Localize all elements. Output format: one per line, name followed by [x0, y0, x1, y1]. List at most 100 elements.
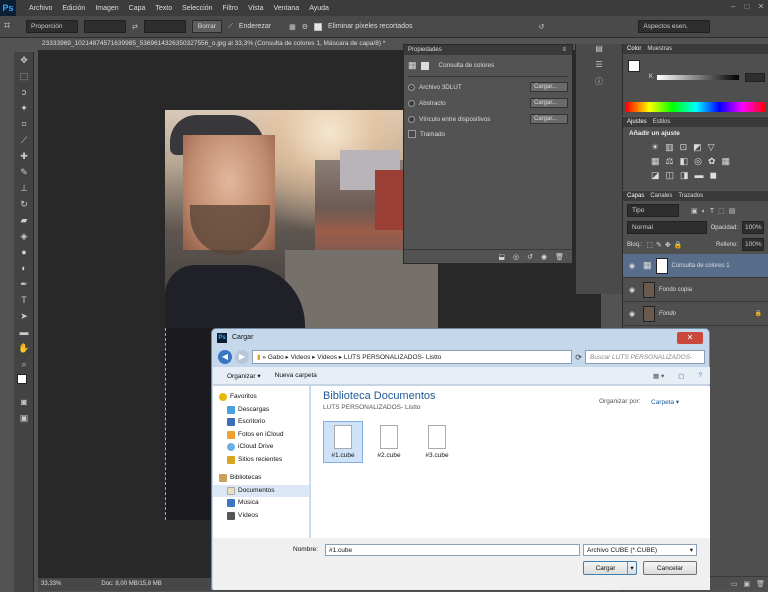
- file-item[interactable]: #3.cube: [417, 425, 457, 459]
- nav-item-musica[interactable]: Música: [213, 497, 309, 510]
- zoom-level[interactable]: 33,33%: [41, 578, 61, 591]
- menu-imagen[interactable]: Imagen: [90, 5, 123, 12]
- organize-by-select[interactable]: Carpeta ▾: [651, 398, 679, 406]
- width-field[interactable]: [84, 20, 126, 33]
- threshold-icon[interactable]: ◨: [680, 170, 695, 180]
- close-window-icon[interactable]: ✕: [754, 0, 768, 14]
- document-tab[interactable]: 23333969_10214874571639985_5369614326350…: [38, 38, 408, 50]
- tab-styles[interactable]: Estilos: [653, 117, 671, 127]
- gear-icon[interactable]: ⚙: [302, 23, 308, 31]
- crop-icon[interactable]: ⌗: [14, 116, 34, 132]
- delete-layer-icon[interactable]: 🗑: [756, 580, 765, 588]
- dodge-icon[interactable]: ◐: [14, 260, 34, 276]
- breadcrumb-item[interactable]: Videos: [317, 354, 337, 361]
- favorites-group[interactable]: Favoritos: [213, 391, 309, 404]
- menu-seleccion[interactable]: Selección: [177, 5, 217, 12]
- nav-item-recent[interactable]: Sitios recientes: [213, 454, 309, 467]
- dialog-close-button[interactable]: ✕: [677, 332, 703, 344]
- history-panel-icon[interactable]: ▤: [576, 44, 622, 60]
- opacity-field[interactable]: 100%: [742, 221, 764, 234]
- file-type-select[interactable]: Archivo CUBE (*.CUBE) ▾: [583, 544, 697, 556]
- filename-input[interactable]: #1.cube: [325, 544, 580, 556]
- k-value[interactable]: [745, 73, 765, 82]
- gradient-map-icon[interactable]: ▬: [695, 170, 710, 180]
- view-previous-icon[interactable]: ◎: [513, 253, 519, 261]
- address-bar[interactable]: ▮ » Gabo ▸ Videos ▸ Videos ▸ LUTS PERSON…: [252, 350, 573, 364]
- menu-vista[interactable]: Vista: [243, 5, 268, 12]
- straighten-icon[interactable]: ⟋: [228, 23, 233, 31]
- radio-3dlut[interactable]: [408, 83, 415, 91]
- channel-mixer-icon[interactable]: ✿: [708, 156, 722, 166]
- layer-mask-thumb[interactable]: [655, 257, 668, 274]
- doc-size[interactable]: Doc: 8,00 MB/15,8 MB: [101, 578, 161, 591]
- tab-channels[interactable]: Canales: [650, 191, 672, 201]
- posterize-icon[interactable]: ◫: [666, 170, 681, 180]
- nav-item-documentos[interactable]: Documentos: [213, 484, 309, 497]
- lasso-tool-icon[interactable]: ↄ: [14, 84, 34, 100]
- selective-color-icon[interactable]: ◼: [710, 170, 723, 180]
- properties-panel-icon[interactable]: ☰: [576, 60, 622, 76]
- clip-icon[interactable]: ⬓: [498, 253, 505, 261]
- clear-button[interactable]: Borrar: [191, 20, 222, 33]
- grid-overlay-icon[interactable]: ▦: [289, 23, 296, 31]
- preview-pane-icon[interactable]: ▢: [678, 372, 684, 380]
- breadcrumb-item[interactable]: LUTS PERSONALIZADOS- Listto: [344, 354, 442, 361]
- layer-row[interactable]: ◉ Fondo copia: [623, 278, 768, 302]
- swap-icon[interactable]: ⇄: [132, 23, 138, 31]
- curves-icon[interactable]: ⊡: [680, 142, 694, 152]
- file-item[interactable]: #2.cube: [369, 425, 409, 459]
- vibrance-icon[interactable]: ▽: [708, 142, 721, 152]
- nav-item-icloud-drive[interactable]: iCloud Drive: [213, 441, 309, 454]
- dither-checkbox[interactable]: [408, 130, 416, 138]
- refresh-icon[interactable]: ⟳: [575, 353, 582, 362]
- color-swatches[interactable]: [14, 372, 34, 394]
- menu-texto[interactable]: Texto: [150, 5, 177, 12]
- color-lookup-icon[interactable]: ▦: [722, 156, 737, 166]
- info-panel-icon[interactable]: ⓘ: [576, 76, 622, 92]
- type-icon[interactable]: T: [14, 292, 34, 308]
- blur-icon[interactable]: ●: [14, 244, 34, 260]
- magic-wand-icon[interactable]: ✦: [14, 100, 34, 116]
- load-abstract-button[interactable]: Cargar...: [530, 98, 568, 108]
- brightness-icon[interactable]: ☀: [651, 142, 665, 152]
- view-options-icon[interactable]: ▦ ▾: [653, 372, 664, 380]
- ratio-select[interactable]: Proporción: [26, 20, 78, 33]
- back-icon[interactable]: ◀: [218, 350, 232, 364]
- bw-icon[interactable]: ◧: [680, 156, 695, 166]
- color-spectrum[interactable]: [626, 102, 766, 112]
- load-3dlut-button[interactable]: Cargar...: [530, 82, 568, 92]
- layer-name[interactable]: Fondo: [659, 311, 676, 317]
- foreground-color[interactable]: [628, 60, 640, 72]
- tab-swatches[interactable]: Muestras: [647, 44, 672, 54]
- menu-ventana[interactable]: Ventana: [269, 5, 305, 12]
- invert-icon[interactable]: ◪: [651, 170, 666, 180]
- paint-bucket-icon[interactable]: ◈: [14, 228, 34, 244]
- reset-adjust-icon[interactable]: ↺: [527, 253, 533, 261]
- new-group-icon[interactable]: ▭: [731, 580, 738, 588]
- radio-device-link[interactable]: [408, 115, 415, 123]
- menu-capa[interactable]: Capa: [124, 5, 151, 12]
- brush-icon[interactable]: ✎: [14, 164, 34, 180]
- layer-name[interactable]: Consulta de colores 1: [672, 263, 730, 269]
- eraser-icon[interactable]: ▰: [14, 212, 34, 228]
- levels-icon[interactable]: ▥: [665, 142, 680, 152]
- maximize-icon[interactable]: □: [740, 0, 754, 14]
- mask-icon[interactable]: [420, 61, 429, 70]
- eye-icon[interactable]: ◉: [629, 286, 639, 294]
- hand-icon[interactable]: ✋: [14, 340, 34, 356]
- panel-menu-icon[interactable]: ≡: [562, 45, 566, 55]
- height-field[interactable]: [143, 20, 186, 33]
- pen-icon[interactable]: ✒: [14, 276, 34, 292]
- menu-filtro[interactable]: Filtro: [218, 5, 244, 12]
- minimize-icon[interactable]: –: [726, 0, 740, 14]
- new-folder-button[interactable]: Nueva carpeta: [275, 372, 317, 379]
- radio-abstract[interactable]: [408, 99, 415, 107]
- nav-item-fotos-icloud[interactable]: Fotos en iCloud: [213, 429, 309, 442]
- filter-icons[interactable]: ▣◐T⬚▤: [691, 207, 739, 215]
- open-button[interactable]: Cargar ▾: [583, 561, 637, 575]
- trash-icon[interactable]: 🗑: [555, 253, 564, 261]
- tab-color[interactable]: Color: [627, 44, 641, 54]
- visibility-icon[interactable]: ◉: [541, 253, 547, 261]
- nav-item-escritorio[interactable]: Escritorio: [213, 416, 309, 429]
- k-slider[interactable]: [657, 75, 739, 80]
